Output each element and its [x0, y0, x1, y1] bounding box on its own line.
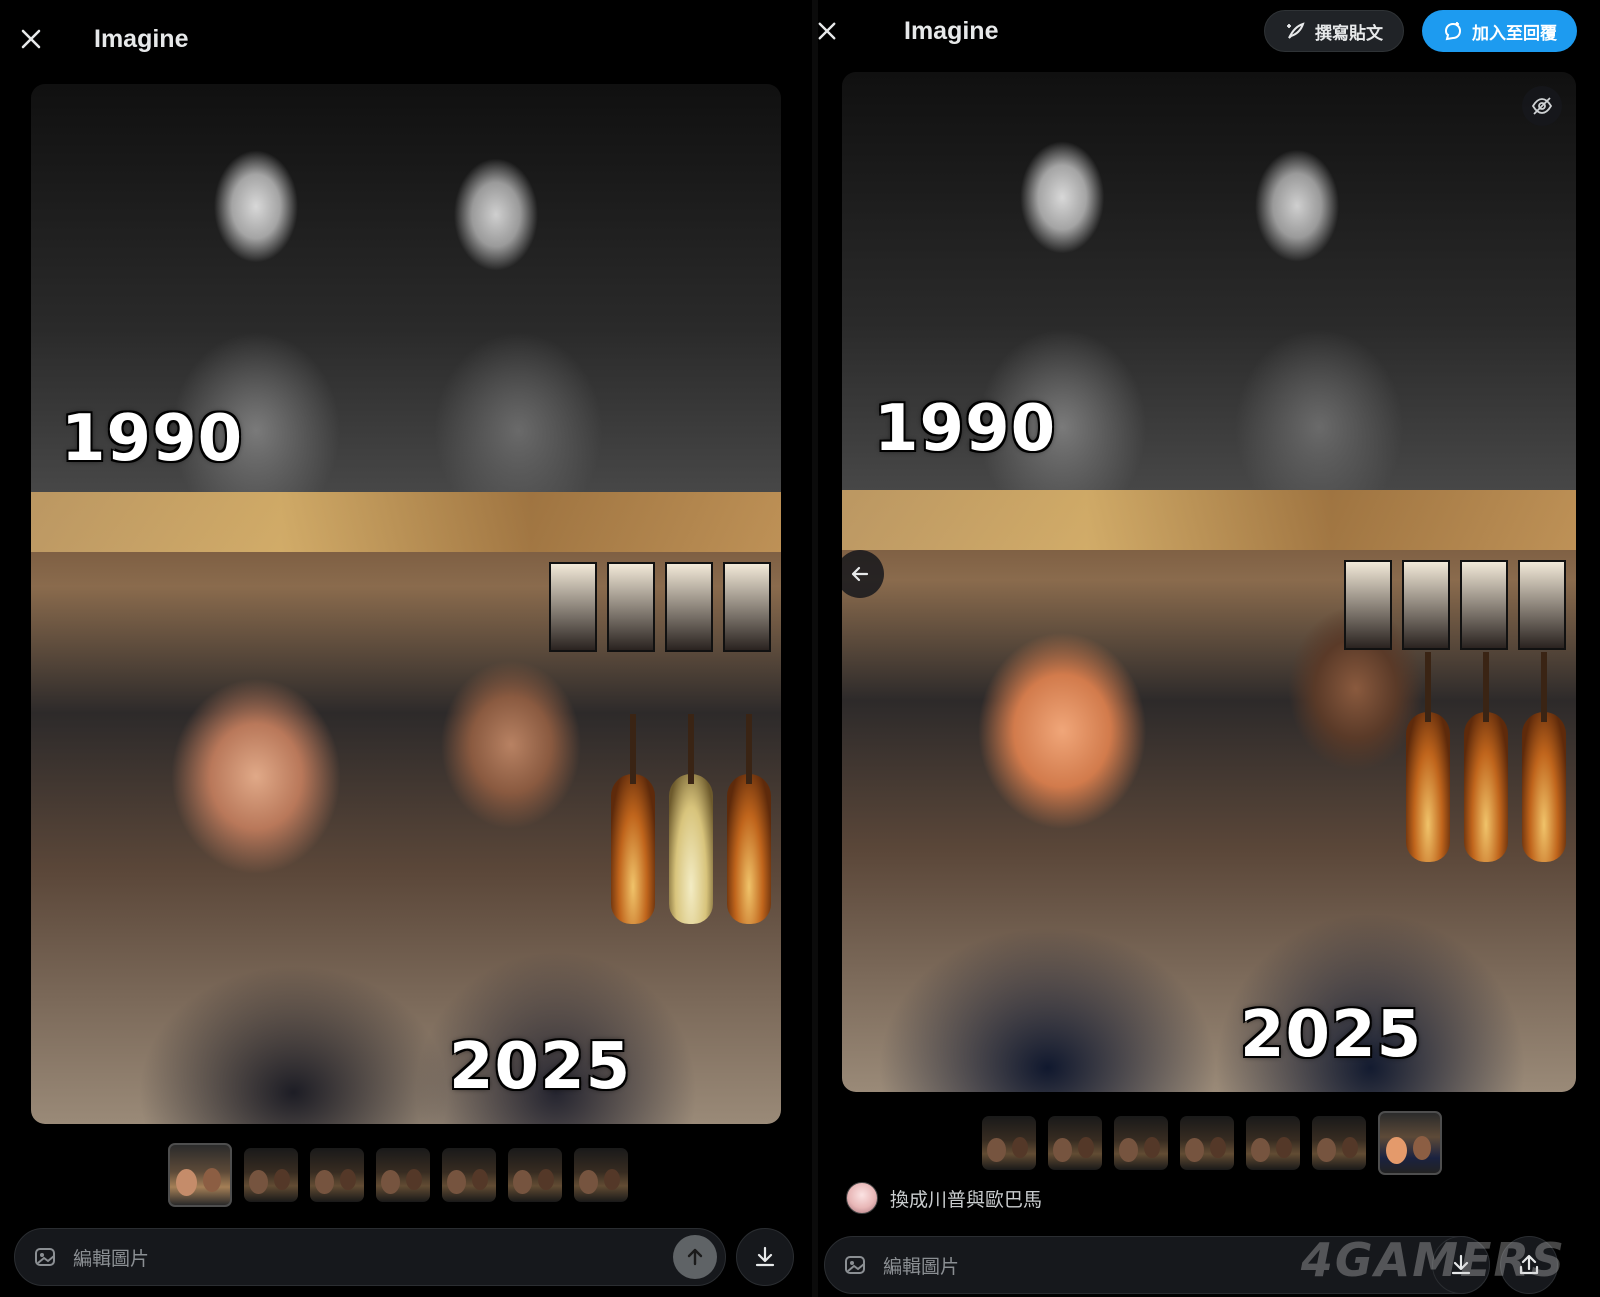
prompt-history-item[interactable]: 換成川普與歐巴馬 [846, 1182, 1042, 1214]
thumbnail[interactable] [1048, 1116, 1102, 1170]
thumbnail[interactable] [376, 1148, 430, 1202]
composer-placeholder: 編輯圖片 [883, 1256, 960, 1278]
image-bottom-half-color [31, 492, 781, 1124]
year-label-bottom: 2025 [449, 1030, 632, 1104]
thumbnail-strip [168, 1143, 628, 1207]
generated-image[interactable]: 1990 2025 [842, 72, 1576, 1092]
panel-title: Imagine [94, 25, 189, 53]
guitar-display [611, 714, 771, 924]
close-icon [21, 29, 41, 49]
eye-off-icon [1531, 97, 1553, 115]
year-label-top: 1990 [874, 392, 1057, 466]
thumbnail[interactable] [1246, 1116, 1300, 1170]
reply-sparkle-icon [1444, 22, 1462, 41]
thumbnail-strip [982, 1111, 1442, 1175]
storefront-sign [31, 492, 781, 552]
avatar [846, 1182, 878, 1214]
thumbnail[interactable] [168, 1143, 232, 1207]
guitar-display [1406, 652, 1566, 862]
panel-title: Imagine [904, 17, 999, 45]
storefront-sign [842, 490, 1576, 550]
thumbnail[interactable] [442, 1148, 496, 1202]
add-to-reply-label: 加入至回覆 [1472, 23, 1557, 43]
image-edit-icon [35, 1248, 55, 1266]
compose-post-button[interactable]: 撰寫貼文 [1264, 10, 1404, 52]
submit-button[interactable] [673, 1235, 717, 1279]
arrow-left-icon [851, 566, 869, 582]
right-panel: Imagine 撰寫貼文 加入至回覆 1990 2025 換成川普與歐巴馬 編輯… [818, 0, 1600, 1297]
poster-window [549, 562, 771, 652]
compose-post-label: 撰寫貼文 [1315, 23, 1383, 43]
thumbnail[interactable] [244, 1148, 298, 1202]
hide-button[interactable] [1522, 86, 1562, 126]
thumbnail[interactable] [1312, 1116, 1366, 1170]
year-label-top: 1990 [61, 402, 244, 476]
edit-image-composer[interactable]: 編輯圖片 [14, 1228, 726, 1286]
arrow-up-icon [687, 1248, 703, 1266]
thumbnail[interactable] [574, 1148, 628, 1202]
composer-placeholder: 編輯圖片 [73, 1248, 150, 1270]
screenshot-composite: Imagine 1990 2025 編輯圖片 Imagine 撰寫貼文 加入至回… [0, 0, 1600, 1297]
close-icon [818, 22, 836, 40]
add-to-reply-button[interactable]: 加入至回覆 [1422, 10, 1577, 52]
download-button[interactable] [736, 1228, 794, 1286]
generated-image[interactable]: 1990 2025 [31, 84, 781, 1124]
thumbnail[interactable] [508, 1148, 562, 1202]
thumbnail[interactable] [1114, 1116, 1168, 1170]
thumbnail[interactable] [310, 1148, 364, 1202]
close-button[interactable] [14, 22, 48, 56]
compose-sparkle-icon [1287, 22, 1305, 39]
thumbnail[interactable] [1180, 1116, 1234, 1170]
poster-window [1344, 560, 1566, 650]
image-bottom-half-color [842, 490, 1576, 1092]
watermark-logo: 4GAMERS [1300, 1233, 1566, 1287]
download-icon [755, 1246, 775, 1267]
close-button[interactable] [818, 14, 844, 48]
year-label-bottom: 2025 [1240, 998, 1423, 1072]
thumbnail[interactable] [1378, 1111, 1442, 1175]
image-edit-icon [845, 1256, 865, 1274]
thumbnail[interactable] [982, 1116, 1036, 1170]
prompt-text: 換成川普與歐巴馬 [890, 1189, 1043, 1211]
left-panel: Imagine 1990 2025 編輯圖片 [0, 0, 812, 1297]
